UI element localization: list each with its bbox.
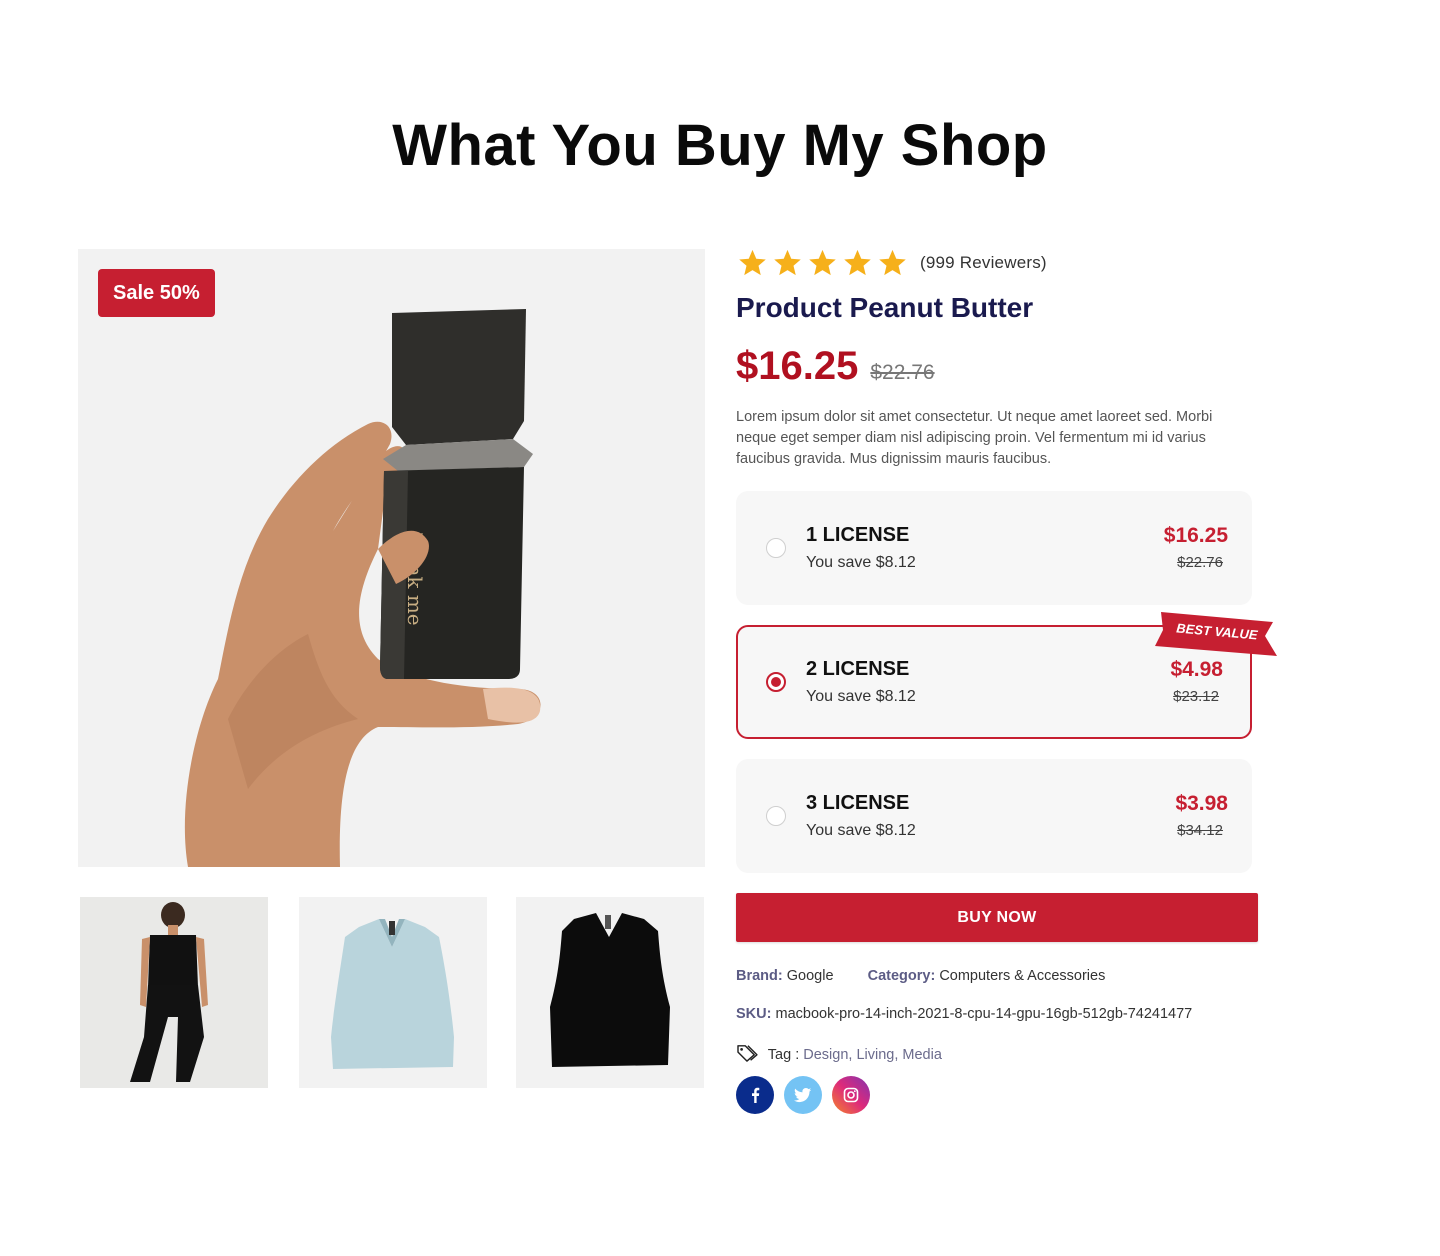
license-price: $4.98: [1170, 658, 1223, 681]
star-icon: [879, 249, 906, 276]
blue-vest-illustration: [331, 919, 454, 1069]
sku-row: SKU: macbook-pro-14-inch-2021-8-cpu-14-g…: [736, 1006, 1192, 1022]
star-icon: [774, 249, 801, 276]
rating: (999 Reviewers): [736, 248, 1047, 278]
tag-link-media[interactable]: Media: [902, 1047, 942, 1063]
hand-holding-product-illustration: blank me: [184, 309, 541, 867]
facebook-button[interactable]: [736, 1076, 774, 1114]
star-icon: [739, 249, 766, 276]
thumbnail-model[interactable]: [80, 897, 268, 1088]
current-price: $16.25: [736, 344, 859, 388]
best-value-ribbon: BEST VALUE: [1155, 612, 1279, 656]
license-savings: You save $8.12: [806, 688, 916, 705]
tag-icon: [737, 1045, 758, 1062]
buy-now-button[interactable]: BUY NOW: [736, 893, 1258, 942]
star-icon: [809, 249, 836, 276]
instagram-button[interactable]: [832, 1076, 870, 1114]
sale-badge: Sale 50%: [98, 269, 215, 317]
license-name: 1 LICENSE: [806, 524, 910, 546]
tags-row: Tag : Design, Living, Media: [736, 1044, 942, 1063]
license-old-price: $22.76: [1177, 554, 1223, 571]
thumbnail-blue-vest[interactable]: [299, 897, 487, 1088]
license-radio[interactable]: [766, 806, 786, 826]
license-price: $16.25: [1163, 524, 1228, 547]
sku-label: SKU:: [736, 1006, 772, 1022]
license-savings: You save $8.12: [806, 822, 916, 839]
license-option-1[interactable]: 1 LICENSE You save $8.12 $16.25 $22.76: [736, 491, 1252, 605]
sku-value: macbook-pro-14-inch-2021-8-cpu-14-gpu-16…: [775, 1006, 1193, 1022]
facebook-icon: [752, 1087, 760, 1103]
brand-category-row: Brand: Google Category: Computers & Acce…: [736, 968, 1105, 984]
license-radio[interactable]: [766, 672, 786, 692]
model-photo-illustration: [130, 902, 208, 1082]
product-description: Lorem ipsum dolor sit amet consectetur. …: [736, 409, 1213, 467]
star-icon: [844, 249, 871, 276]
price-row: $16.25 $22.76: [736, 344, 935, 389]
old-price: $22.76: [870, 361, 935, 384]
main-product-image: blank me Sale 50%: [78, 249, 705, 867]
product-name: Product Peanut Butter: [736, 292, 1034, 323]
section-title: What You Buy My Shop: [392, 113, 1048, 178]
category-value: Computers & Accessories: [939, 968, 1106, 984]
tag-link-design[interactable]: Design,: [803, 1047, 852, 1063]
license-radio[interactable]: [766, 538, 786, 558]
license-old-price: $23.12: [1173, 688, 1219, 705]
license-price: $3.98: [1175, 792, 1228, 815]
twitter-button[interactable]: [784, 1076, 822, 1114]
reviews-count: (999 Reviewers): [920, 253, 1047, 272]
license-savings: You save $8.12: [806, 554, 916, 571]
tag-link-living[interactable]: Living,: [856, 1047, 898, 1063]
instagram-icon: [843, 1087, 859, 1103]
category-label: Category:: [867, 968, 936, 984]
twitter-icon: [794, 1087, 812, 1102]
license-old-price: $34.12: [1177, 822, 1223, 839]
thumbnail-black-vest[interactable]: [516, 897, 704, 1088]
tag-label: Tag :: [767, 1047, 800, 1063]
license-name: 3 LICENSE: [806, 792, 910, 814]
black-vest-illustration: [550, 913, 670, 1067]
license-option-3[interactable]: 3 LICENSE You save $8.12 $3.98 $34.12: [736, 759, 1252, 873]
license-name: 2 LICENSE: [806, 658, 910, 680]
brand-label: Brand:: [736, 968, 783, 984]
brand-value: Google: [786, 968, 834, 984]
